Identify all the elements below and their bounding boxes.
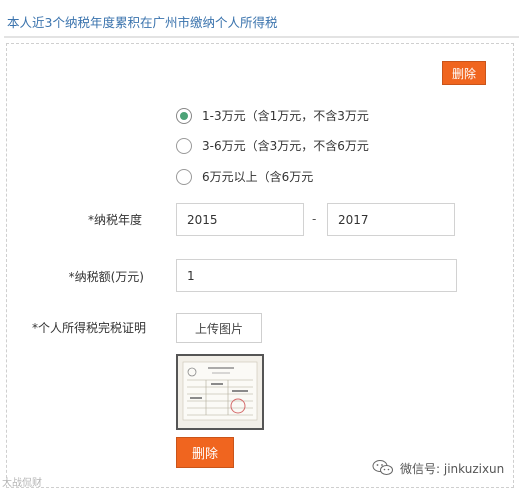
certificate-label: *个人所得税完税证明 bbox=[31, 321, 146, 335]
tax-amount-label: *纳税额(万元) bbox=[68, 270, 144, 284]
radio-label: 1-3万元（含1万元，不含3万元 bbox=[202, 109, 369, 123]
header-divider bbox=[4, 36, 519, 38]
year-to-input[interactable]: 2017 bbox=[327, 203, 455, 236]
wechat-icon bbox=[372, 460, 393, 475]
radio-label: 3-6万元（含3万元，不含6万元 bbox=[202, 139, 369, 153]
radio-option-1-3[interactable]: 1-3万元（含1万元，不含3万元 bbox=[176, 107, 369, 124]
radio-checked-icon[interactable] bbox=[176, 107, 192, 124]
year-from-input[interactable]: 2015 bbox=[176, 203, 304, 236]
upload-image-button[interactable]: 上传图片 bbox=[176, 313, 262, 343]
wechat-id-text: 微信号: jinkuzixun bbox=[400, 461, 505, 476]
radio-option-6plus[interactable]: 6万元以上（含6万元 bbox=[176, 168, 313, 185]
source-watermark-left: 大战侃财 bbox=[2, 478, 42, 489]
tax-amount-input[interactable]: 1 bbox=[176, 259, 457, 292]
radio-unchecked-icon[interactable] bbox=[176, 137, 192, 154]
certificate-thumbnail[interactable] bbox=[176, 354, 264, 430]
delete-button-bottom[interactable]: 删除 bbox=[176, 437, 234, 468]
section-title: 本人近3个纳税年度累积在广州市缴纳个人所得税 bbox=[7, 15, 278, 30]
radio-unchecked-icon[interactable] bbox=[176, 168, 192, 185]
radio-label: 6万元以上（含6万元 bbox=[202, 170, 314, 184]
tax-year-label: *纳税年度 bbox=[87, 213, 142, 227]
year-separator: - bbox=[312, 212, 317, 226]
wechat-watermark: 微信号: jinkuzixun bbox=[372, 459, 504, 477]
radio-option-3-6[interactable]: 3-6万元（含3万元，不含6万元 bbox=[176, 137, 369, 154]
delete-button-top[interactable]: 删除 bbox=[442, 61, 486, 85]
